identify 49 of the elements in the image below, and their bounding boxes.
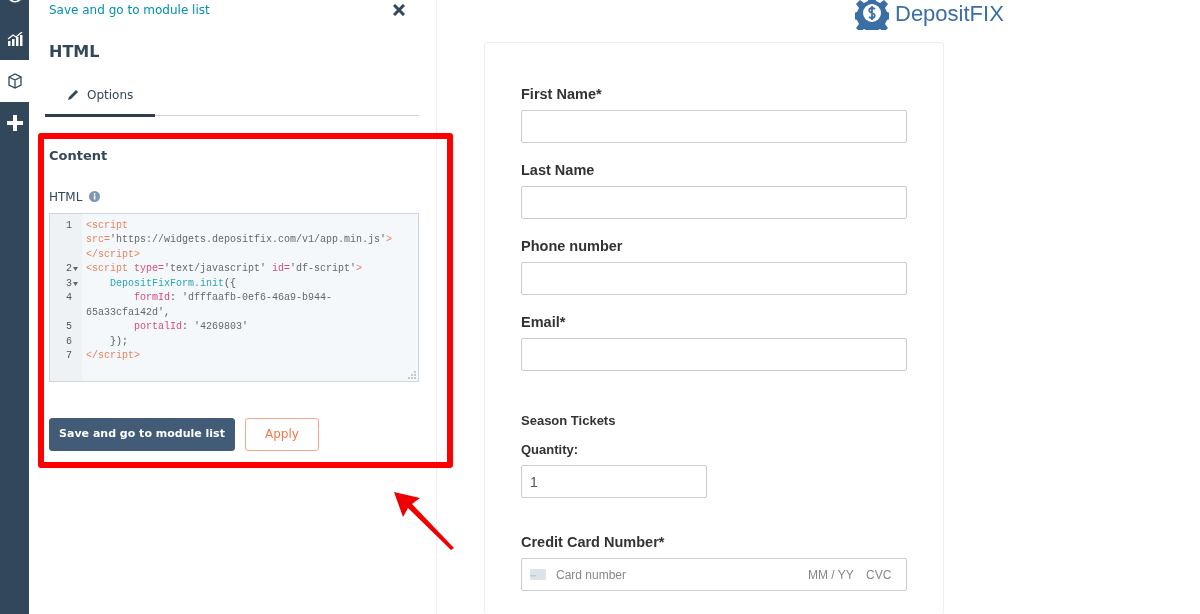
line-number: 6: [66, 334, 72, 349]
field-label: First Name*: [521, 86, 603, 103]
input-field[interactable]: [521, 110, 907, 143]
code-line: <script type='text/javascript' id='df-script'>: [86, 262, 364, 276]
quantity-field[interactable]: 1: [521, 465, 707, 498]
code-line: </script>: [86, 349, 141, 363]
field-label: Quantity:: [521, 441, 580, 458]
code-line: portalId: '4269803': [133, 320, 250, 334]
line-number: 7: [66, 349, 72, 363]
brand-name: DepositFIX: [895, 0, 1004, 28]
section-heading: Season Tickets: [521, 413, 617, 429]
back-link[interactable]: Save and go to module list: [49, 1, 210, 19]
chart-icon: [6, 32, 23, 46]
pencil-icon: [67, 89, 79, 101]
gear-dollar-icon: [855, 0, 889, 30]
field-label: Credit Card Number*: [521, 534, 666, 551]
input-field[interactable]: [521, 186, 907, 219]
code-editor[interactable]: [49, 212, 419, 382]
fold-icon[interactable]: [73, 281, 78, 286]
options-tab[interactable]: Options: [45, 86, 156, 117]
panel-title: HTML: [49, 41, 101, 63]
card-icon: [530, 569, 546, 580]
field-label: Last Name: [521, 162, 596, 179]
fold-icon[interactable]: [73, 267, 78, 272]
save-button[interactable]: Save and go to module list: [49, 417, 235, 451]
close-icon[interactable]: [393, 4, 405, 16]
code-line: formId: 'dfffaafb-0ef6-46a9-b944-: [133, 291, 334, 305]
code-line: src='https://widgets.depositfix.com/v1/app.min.js'>: [86, 233, 394, 247]
code-line: DepositFixForm.init({: [109, 276, 238, 291]
line-number: 1: [66, 218, 72, 233]
line-number: 5: [66, 320, 72, 334]
field-label: HTML: [49, 188, 83, 206]
cube-icon: [6, 73, 23, 89]
input-field[interactable]: [521, 338, 907, 371]
card-field[interactable]: Card number MM / YY CVC: [521, 558, 907, 591]
field-label: Phone number: [521, 238, 624, 255]
code-line: });: [109, 334, 129, 349]
field-label: Email*: [521, 314, 567, 331]
code-line: <script: [86, 218, 129, 233]
line-number: 2: [66, 262, 72, 276]
line-number: 4: [66, 291, 72, 305]
resize-handle-icon[interactable]: [408, 370, 416, 379]
section-title: Content: [49, 147, 109, 165]
code-line: </script>: [86, 247, 141, 262]
input-field[interactable]: [521, 262, 907, 295]
line-number: 3: [66, 276, 72, 291]
plus-icon: [6, 115, 23, 131]
code-line: 65a33cfa142d',: [86, 305, 172, 320]
info-icon: [89, 191, 101, 202]
